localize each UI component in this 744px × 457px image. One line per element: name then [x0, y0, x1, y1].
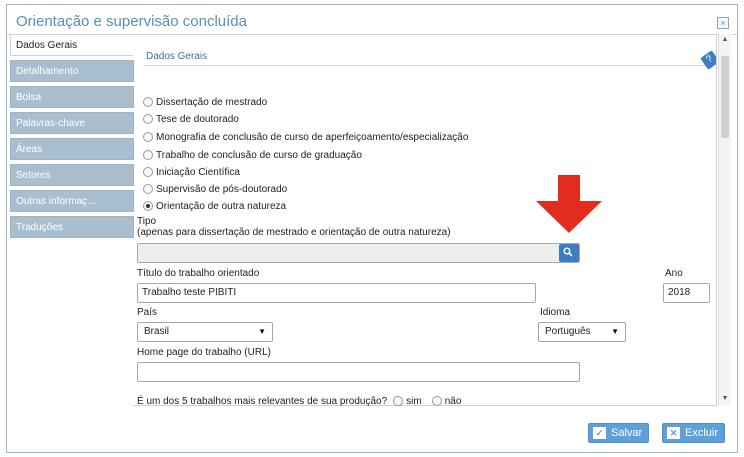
radio-option-outra-natureza[interactable]: Orientação de outra natureza: [143, 200, 286, 212]
check-icon: ✓: [593, 427, 606, 439]
pais-value: Brasil: [144, 326, 170, 337]
radio-button[interactable]: [143, 114, 153, 124]
sidebar-item-outras-informacoes[interactable]: Outras informaç...: [10, 190, 134, 212]
radio-label: Orientação de outra natureza: [156, 200, 287, 212]
titulo-field[interactable]: Trabalho teste PIBITI: [137, 283, 536, 303]
scroll-down-icon[interactable]: ▼: [721, 395, 729, 403]
radio-label: Trabalho de conclusão de curso de gradua…: [156, 149, 362, 161]
tipo-field[interactable]: [137, 243, 580, 263]
tipo-label: Tipo: [137, 216, 157, 227]
radio-label: Iniciação Científica: [156, 166, 240, 178]
relevance-row: É um dos 5 trabalhos mais relevantes de …: [137, 395, 461, 407]
save-button[interactable]: ✓ Salvar: [588, 423, 650, 443]
radio-button[interactable]: [143, 132, 153, 142]
tipo-note: (apenas para dissertação de mestrado e o…: [137, 227, 451, 238]
search-icon: [563, 247, 573, 257]
radio-option-dissertacao[interactable]: Dissertação de mestrado: [143, 96, 267, 108]
close-icon[interactable]: ×: [717, 17, 729, 29]
relevance-question: É um dos 5 trabalhos mais relevantes de …: [137, 395, 388, 407]
radio-option-pos-doutorado[interactable]: Supervisão de pós-doutorado: [143, 183, 287, 195]
radio-button[interactable]: [143, 184, 153, 194]
sidebar: Dados Gerais Detalhamento Bolsa Palavras…: [10, 34, 134, 242]
pais-select[interactable]: Brasil ▼: [137, 322, 273, 342]
sidebar-item-bolsa[interactable]: Bolsa: [10, 86, 134, 108]
radio-button[interactable]: [143, 150, 153, 160]
delete-button-label: Excluir: [685, 427, 719, 439]
ano-field[interactable]: 2018: [663, 283, 710, 303]
sidebar-item-detalhamento[interactable]: Detalhamento: [10, 60, 134, 82]
homepage-field[interactable]: [137, 362, 580, 382]
dialog-title: Orientação e supervisão concluída: [16, 13, 247, 30]
save-button-label: Salvar: [611, 427, 643, 439]
radio-nao[interactable]: [431, 396, 442, 406]
radio-label: Supervisão de pós-doutorado: [156, 183, 288, 195]
sidebar-item-dados-gerais[interactable]: Dados Gerais: [10, 34, 134, 56]
ano-label: Ano: [665, 268, 683, 279]
idioma-select[interactable]: Português ▼: [538, 322, 626, 342]
panel-title: Dados Gerais: [146, 51, 208, 62]
chevron-down-icon: ▼: [611, 327, 619, 336]
delete-button[interactable]: ✕ Excluir: [662, 423, 726, 443]
radio-option-tcc[interactable]: Trabalho de conclusão de curso de gradua…: [143, 149, 362, 161]
chevron-down-icon: ▼: [258, 327, 266, 336]
titulo-label: Título do trabalho orientado: [137, 268, 260, 279]
radio-option-monografia[interactable]: Monografia de conclusão de curso de aper…: [143, 131, 468, 143]
relevance-sim-label: sim: [406, 395, 422, 407]
sidebar-item-areas[interactable]: Áreas: [10, 138, 134, 160]
scroll-up-icon[interactable]: ▲: [721, 36, 729, 44]
panel-scrollbar[interactable]: ▲ ▼: [718, 34, 731, 405]
pais-label: País: [137, 307, 158, 318]
idioma-label: Idioma: [540, 307, 571, 318]
scroll-thumb[interactable]: [721, 56, 729, 138]
help-icon[interactable]: ?: [700, 50, 716, 70]
red-down-arrow-annotation: [536, 175, 602, 233]
sidebar-item-traducoes[interactable]: Traduções: [10, 216, 134, 238]
radio-button[interactable]: [143, 97, 153, 107]
homepage-label: Home page do trabalho (URL): [137, 347, 271, 358]
radio-option-iniciacao[interactable]: Iniciação Científica: [143, 166, 240, 178]
radio-label: Monografia de conclusão de curso de aper…: [156, 131, 469, 143]
radio-sim[interactable]: [393, 396, 404, 406]
sidebar-item-setores[interactable]: Setores: [10, 164, 134, 186]
x-icon: ✕: [667, 427, 680, 439]
panel-divider: [144, 65, 707, 66]
radio-label: Dissertação de mestrado: [156, 96, 268, 108]
dialog-titlebar: Orientação e supervisão concluída ×: [7, 5, 737, 35]
radio-button-selected[interactable]: [143, 201, 153, 211]
tipo-search-button[interactable]: [559, 244, 579, 262]
relevance-nao-label: não: [444, 395, 462, 407]
idioma-value: Português: [545, 326, 591, 337]
radio-button[interactable]: [143, 167, 153, 177]
radio-label: Tese de doutorado: [156, 113, 239, 125]
sidebar-item-palavras-chave[interactable]: Palavras-chave: [10, 112, 134, 134]
radio-option-tese[interactable]: Tese de doutorado: [143, 113, 239, 125]
